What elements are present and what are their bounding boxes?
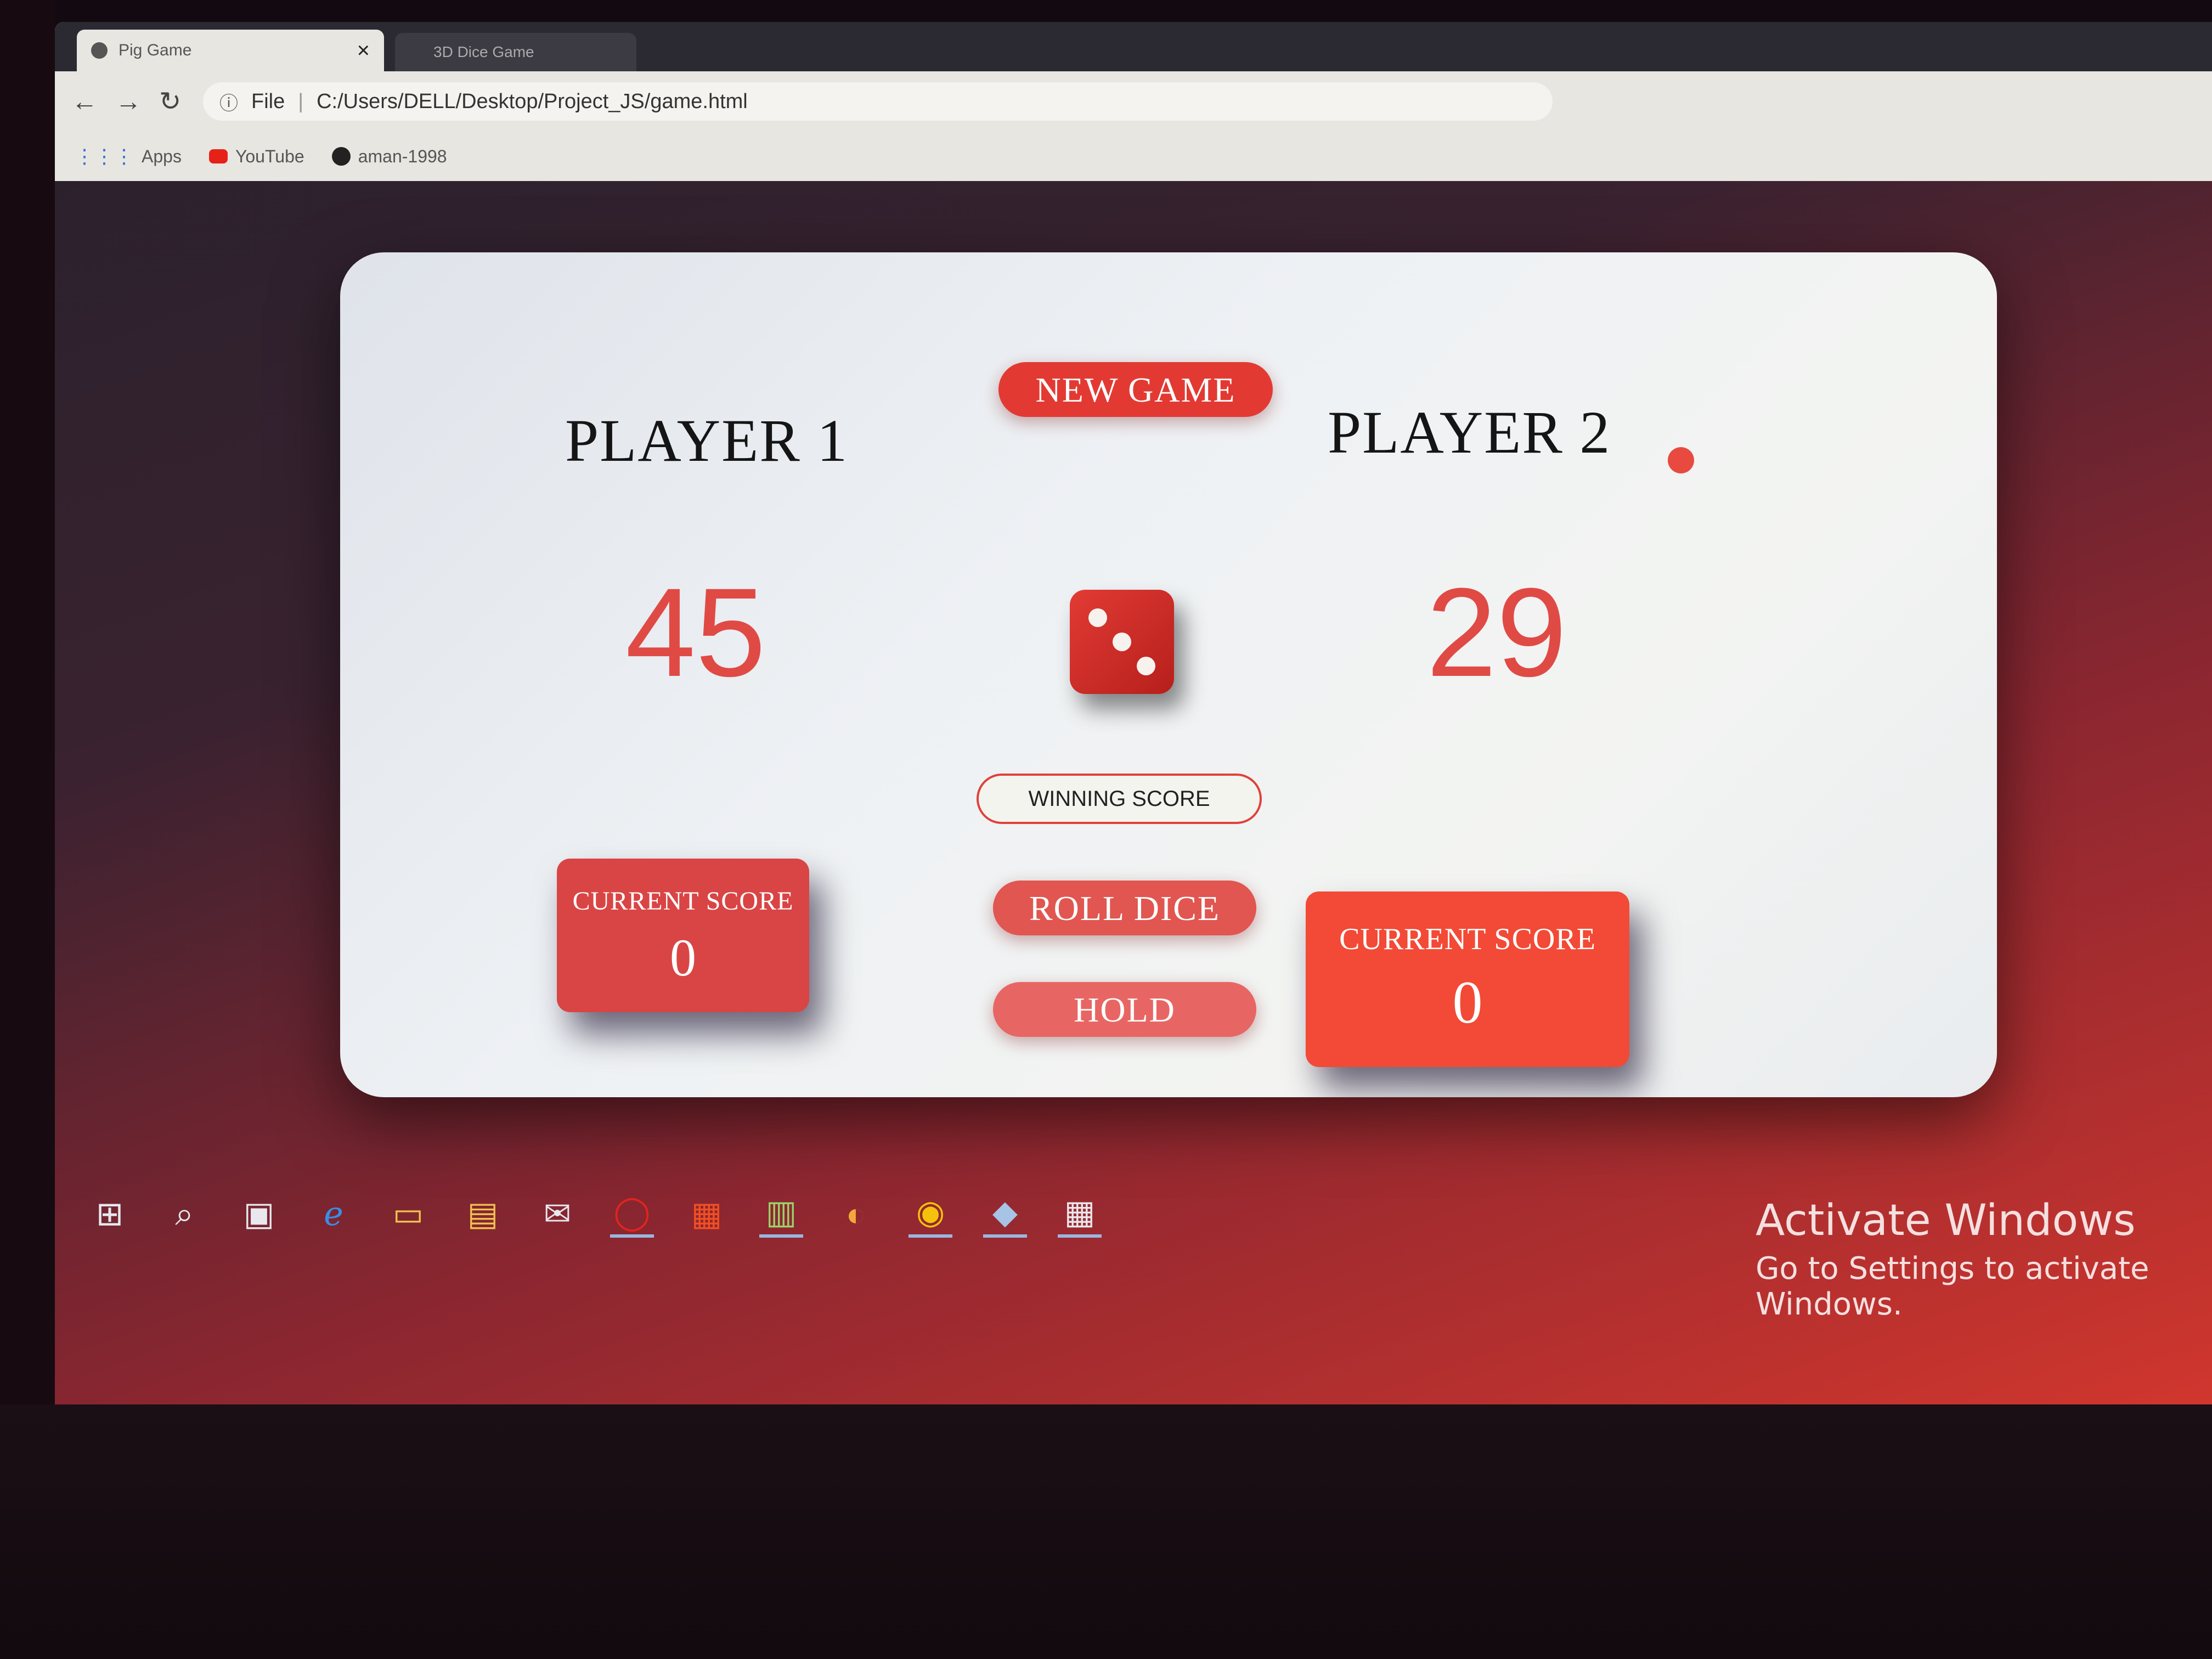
back-arrow-icon[interactable]: ← xyxy=(71,87,98,117)
player1-score: 45 xyxy=(625,562,766,703)
calculator-icon[interactable]: ▦ xyxy=(1058,1190,1102,1238)
github-icon xyxy=(331,147,351,166)
player2-name: PLAYER 2 xyxy=(1328,399,1611,466)
active-player-dot-icon xyxy=(1668,447,1694,473)
taskbar-icons: ⊞ ⌕ ▣ ℯ ▭ ▤ ✉ ◯ ▦ ▥ ◐ ◉ ◆ ▦ xyxy=(55,1190,1102,1238)
bookmark-youtube[interactable]: YouTube xyxy=(208,146,304,167)
current-score-label: CURRENT SCORE xyxy=(1339,922,1596,956)
hold-button[interactable]: HOLD xyxy=(993,982,1256,1037)
bookmark-label: aman-1998 xyxy=(358,146,447,166)
opera-icon[interactable]: ◯ xyxy=(610,1190,654,1238)
eclipse-icon[interactable]: ◐ xyxy=(834,1192,878,1236)
player2-score: 29 xyxy=(1426,562,1567,703)
photo: Pig Game × 3D Dice Game ← → ↻ ⓘ File | C… xyxy=(0,0,2212,1659)
activate-title: Activate Windows xyxy=(1756,1196,2136,1245)
roll-dice-button[interactable]: ROLL DICE xyxy=(993,881,1256,935)
address-bar-row: ← → ↻ ⓘ File | C:/Users/DELL/Desktop/Pro… xyxy=(55,71,2212,132)
url-separator: | xyxy=(298,89,304,113)
player1-current-score-box: CURRENT SCORE 0 xyxy=(557,859,809,1012)
tab-strip: Pig Game × 3D Dice Game xyxy=(55,22,2212,71)
dice-pip xyxy=(1137,657,1155,675)
monitor-bezel-bottom xyxy=(0,1404,2212,1659)
tab-3d-dice-game[interactable]: 3D Dice Game xyxy=(395,33,636,71)
file-explorer-icon[interactable]: ▭ xyxy=(386,1192,430,1236)
dice-three-icon xyxy=(1070,590,1174,694)
forward-arrow-icon[interactable]: → xyxy=(115,87,142,117)
bookmark-label: Apps xyxy=(142,146,182,166)
edge-browser-icon[interactable]: ℯ xyxy=(312,1192,356,1236)
tab-title: Pig Game xyxy=(119,41,192,59)
current-score-label: CURRENT SCORE xyxy=(572,887,794,916)
url-scheme: File xyxy=(251,89,285,113)
bookmark-label: YouTube xyxy=(235,146,304,166)
tab-title-2: 3D Dice Game xyxy=(433,43,534,60)
url-path: C:/Users/DELL/Desktop/Project_JS/game.ht… xyxy=(317,89,748,113)
game-panel: NEW GAME PLAYER 1 PLAYER 2 45 29 ROLL DI… xyxy=(340,252,1997,1097)
browser-window: Pig Game × 3D Dice Game ← → ↻ ⓘ File | C… xyxy=(55,22,2212,181)
task-view-icon[interactable]: ▣ xyxy=(237,1192,281,1236)
dice-pip xyxy=(1113,633,1131,651)
chrome-icon[interactable]: ◉ xyxy=(909,1190,952,1238)
activate-windows-watermark: Activate Windows Go to Settings to activ… xyxy=(1756,1196,2212,1322)
youtube-icon xyxy=(208,149,228,163)
bookmarks-bar: ⋮⋮⋮ Apps YouTube aman-1998 xyxy=(55,132,2212,181)
player1-current-score: 0 xyxy=(670,928,696,987)
app-icon[interactable]: ◆ xyxy=(983,1190,1027,1238)
notepad-icon[interactable]: ▥ xyxy=(759,1190,803,1238)
bookmark-github[interactable]: aman-1998 xyxy=(331,146,447,167)
winning-score-input[interactable] xyxy=(977,774,1262,824)
page-favicon-icon xyxy=(91,42,108,59)
activate-subtitle: Go to Settings to activate Windows. xyxy=(1756,1251,2149,1322)
dice-pip xyxy=(1088,608,1107,627)
tab-pig-game[interactable]: Pig Game × xyxy=(77,30,384,71)
player2-current-score-box: CURRENT SCORE 0 xyxy=(1306,891,1629,1067)
office-icon[interactable]: ▦ xyxy=(685,1192,729,1236)
store-icon[interactable]: ▤ xyxy=(461,1192,505,1236)
tab-close-icon[interactable]: × xyxy=(357,38,370,63)
apps-grid-icon: ⋮⋮⋮ xyxy=(75,145,134,167)
reload-icon[interactable]: ↻ xyxy=(159,86,181,117)
player2-current-score: 0 xyxy=(1452,969,1483,1036)
search-icon[interactable]: ⌕ xyxy=(162,1192,206,1236)
windows-start-icon[interactable]: ⊞ xyxy=(88,1192,132,1236)
player1-name: PLAYER 1 xyxy=(565,407,849,474)
url-field[interactable]: ⓘ File | C:/Users/DELL/Desktop/Project_J… xyxy=(203,82,1553,121)
bookmark-apps[interactable]: ⋮⋮⋮ Apps xyxy=(75,145,182,168)
info-icon[interactable]: ⓘ xyxy=(219,88,238,115)
mail-icon[interactable]: ✉ xyxy=(535,1192,579,1236)
new-game-button[interactable]: NEW GAME xyxy=(998,362,1273,417)
